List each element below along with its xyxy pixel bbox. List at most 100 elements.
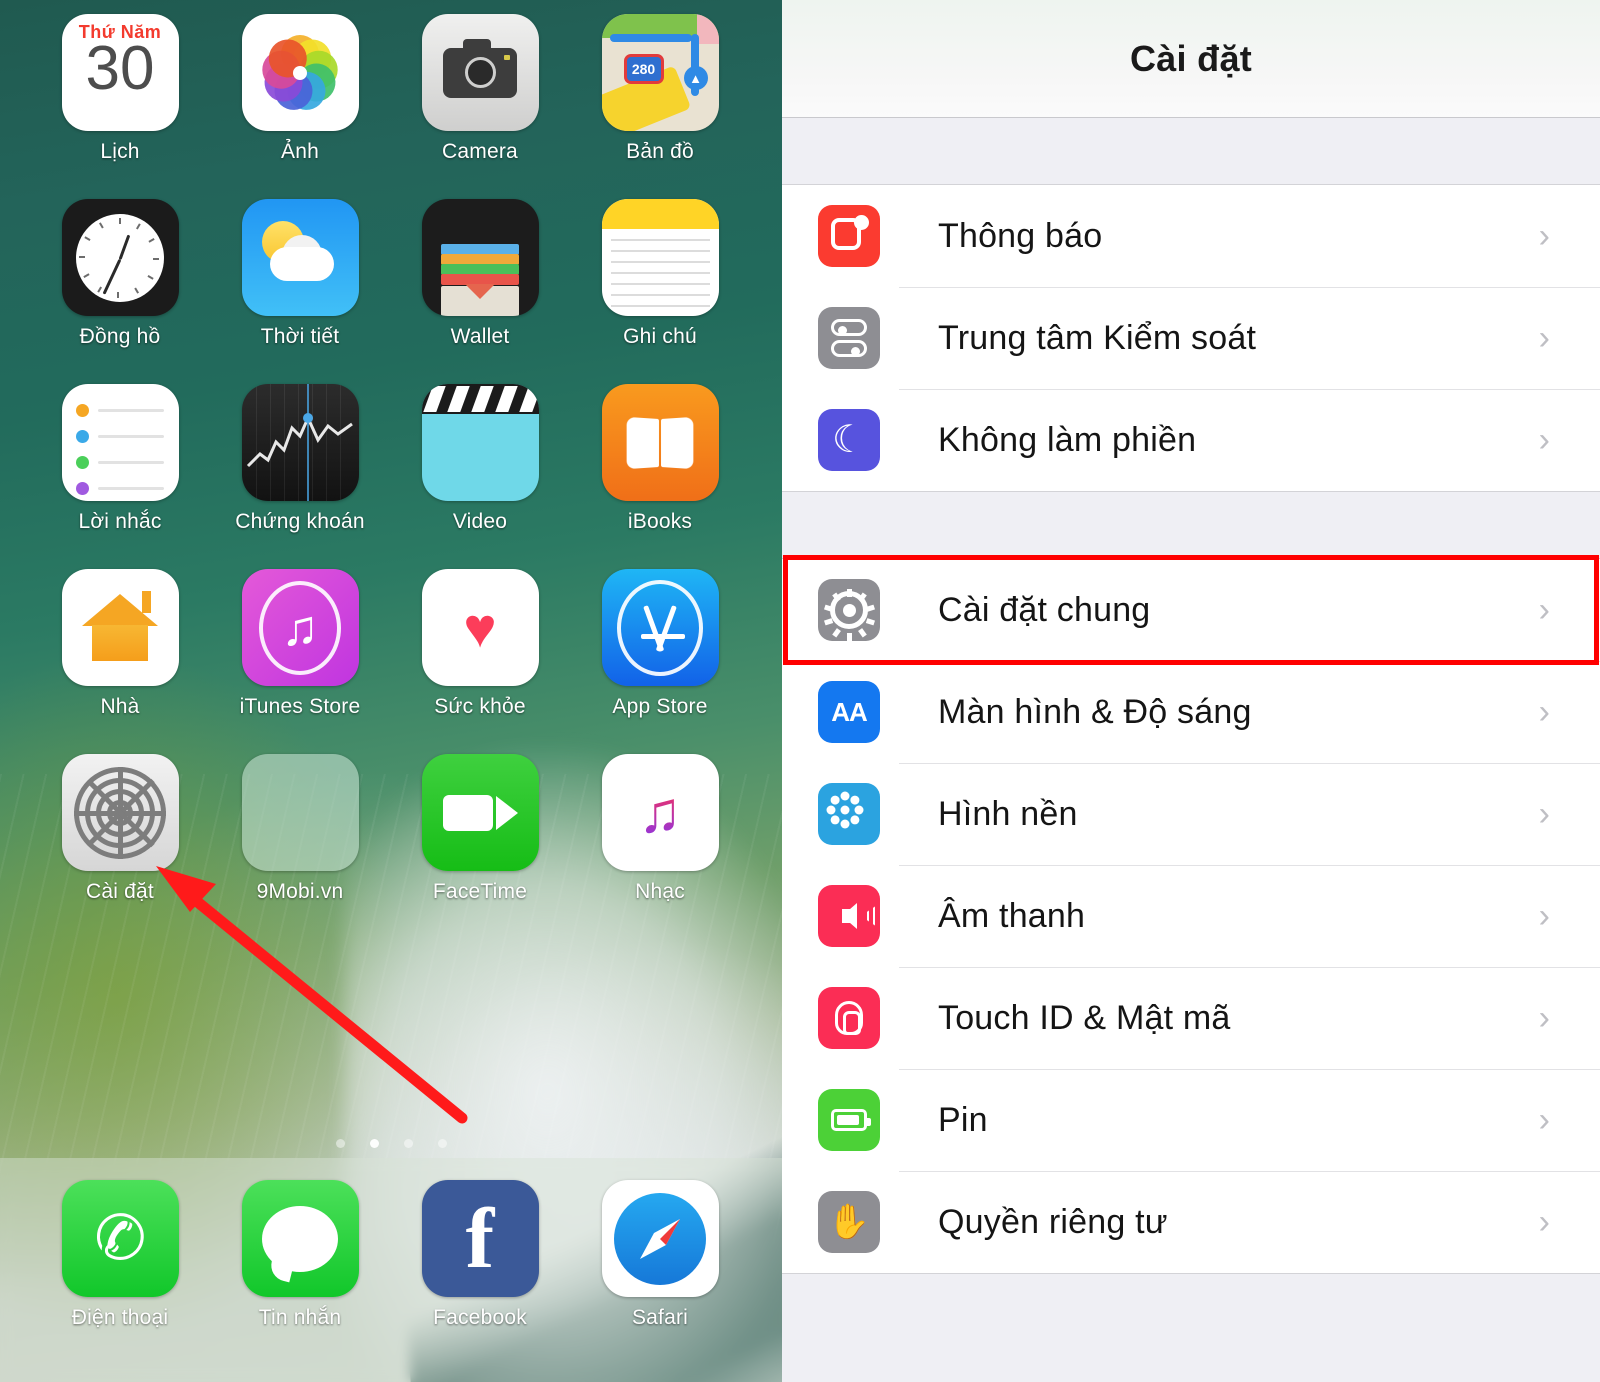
settings-row-man-hinh-do-sang[interactable]: AA Màn hình & Độ sáng › <box>782 661 1600 763</box>
settings-row-pin[interactable]: Pin › <box>782 1069 1600 1171</box>
app-icon-app-store[interactable]: App Store <box>570 569 750 754</box>
app-label: Safari <box>631 1306 689 1329</box>
settings-row-quyen-rieng-tu[interactable]: ✋ Quyền riêng tư › <box>782 1171 1600 1273</box>
chevron-right-icon: › <box>1538 693 1550 731</box>
chevron-right-icon: › <box>1538 319 1550 357</box>
control-center-icon <box>818 307 880 369</box>
app-label: iTunes Store <box>239 695 361 718</box>
app-icon-nhac[interactable]: ♫ Nhạc <box>570 754 750 939</box>
app-label: Sức khỏe <box>434 695 526 718</box>
dock-icon-facebook[interactable]: f Facebook <box>390 1180 570 1382</box>
dock-icon-dien-thoai[interactable]: ✆ Điện thoại <box>30 1180 210 1382</box>
settings-row-touch-id[interactable]: Touch ID & Mật mã › <box>782 967 1600 1069</box>
app-icon-cai-dat[interactable]: Cài đặt <box>30 754 210 939</box>
settings-row-label: Touch ID & Mật mã <box>938 998 1231 1037</box>
app-label: iBooks <box>627 510 693 533</box>
sounds-icon <box>818 885 880 947</box>
chevron-right-icon: › <box>1538 795 1550 833</box>
app-icon-ibooks[interactable]: iBooks <box>570 384 750 569</box>
app-label: Thời tiết <box>260 325 340 348</box>
app-label: Ghi chú <box>623 325 697 348</box>
app-icon-chung-khoan[interactable]: Chứng khoán <box>210 384 390 569</box>
app-icon-video[interactable]: Video <box>390 384 570 569</box>
app-label: Video <box>452 510 508 533</box>
app-icon-anh[interactable]: Ảnh <box>210 14 390 199</box>
app-icon-facetime[interactable]: FaceTime <box>390 754 570 939</box>
settings-row-cai-dat-chung[interactable]: Cài đặt chung › <box>782 559 1600 661</box>
facetime-icon <box>421 754 539 871</box>
photos-icon <box>241 14 359 131</box>
do-not-disturb-icon: ☾ <box>818 409 880 471</box>
settings-row-thong-bao[interactable]: Thông báo › <box>782 185 1600 287</box>
display-brightness-icon: AA <box>818 681 880 743</box>
dock-icon-safari[interactable]: Safari <box>570 1180 750 1382</box>
settings-row-hinh-nen[interactable]: Hình nền › <box>782 763 1600 865</box>
app-store-icon <box>601 569 719 686</box>
health-icon: ♥ <box>421 569 539 686</box>
settings-row-am-thanh[interactable]: Âm thanh › <box>782 865 1600 967</box>
settings-row-label: Hình nền <box>938 794 1078 833</box>
app-icon-ghi-chu[interactable]: Ghi chú <box>570 199 750 384</box>
settings-row-khong-lam-phien[interactable]: ☾ Không làm phiền › <box>782 389 1600 491</box>
clock-icon <box>61 199 179 316</box>
reminders-icon <box>61 384 179 501</box>
group-gap-top <box>782 118 1600 184</box>
app-icon-lich[interactable]: Thứ Năm 30 Lịch <box>30 14 210 199</box>
settings-row-trung-tam-kiem-soat[interactable]: Trung tâm Kiểm soát › <box>782 287 1600 389</box>
app-label: Cài đặt <box>86 880 154 903</box>
chevron-right-icon: › <box>1538 217 1550 255</box>
facebook-icon: f <box>421 1180 539 1297</box>
dock: ✆ Điện thoại Tin nhắn f Facebook Safari <box>0 1158 782 1382</box>
group-gap-middle <box>782 492 1600 558</box>
app-label: Wallet <box>450 325 510 348</box>
settings-row-label: Thông báo <box>938 216 1103 255</box>
stocks-icon <box>241 384 359 501</box>
app-label: FaceTime <box>432 880 528 903</box>
wallpaper-icon <box>818 783 880 845</box>
phone-icon: ✆ <box>61 1180 179 1297</box>
app-row: Nhà ♫ iTunes Store ♥ Sức khỏe App Store <box>30 569 752 754</box>
app-icon-thoi-tiet[interactable]: Thời tiết <box>210 199 390 384</box>
home-app-icon <box>61 569 179 686</box>
app-label: Bản đồ <box>626 140 694 163</box>
wallet-icon <box>421 199 539 316</box>
app-label: Ảnh <box>281 140 319 163</box>
general-gear-icon <box>818 579 880 641</box>
settings-row-label: Trung tâm Kiểm soát <box>938 318 1257 357</box>
touch-id-icon <box>818 987 880 1049</box>
app-icon-nha[interactable]: Nhà <box>30 569 210 754</box>
app-icon-ban-do[interactable]: 280 ▲ Bản đồ <box>570 14 750 199</box>
settings-group-2: Cài đặt chung › AA Màn hình & Độ sáng › … <box>782 558 1600 1274</box>
camera-icon <box>421 14 539 131</box>
app-label: Đồng hồ <box>79 325 161 348</box>
calendar-day: 30 <box>85 34 155 103</box>
chevron-right-icon: › <box>1538 421 1550 459</box>
music-icon: ♫ <box>601 754 719 871</box>
chevron-right-icon: › <box>1538 999 1550 1037</box>
app-label: App Store <box>612 695 708 718</box>
app-icon-loi-nhac[interactable]: Lời nhắc <box>30 384 210 569</box>
app-icon-itunes-store[interactable]: ♫ iTunes Store <box>210 569 390 754</box>
battery-icon <box>818 1089 880 1151</box>
app-icon-dong-ho[interactable]: Đồng hồ <box>30 199 210 384</box>
settings-navbar: Cài đặt <box>782 0 1600 118</box>
notes-icon <box>601 199 719 316</box>
page-indicator[interactable] <box>0 1139 782 1148</box>
app-label: Lời nhắc <box>78 510 162 533</box>
app-label: Điện thoại <box>71 1306 169 1329</box>
page-title: Cài đặt <box>1129 37 1253 79</box>
app-icon-camera[interactable]: Camera <box>390 14 570 199</box>
app-label: Camera <box>442 140 518 163</box>
messages-icon <box>241 1180 359 1297</box>
dock-icon-tin-nhan[interactable]: Tin nhắn <box>210 1180 390 1382</box>
settings-row-label: Màn hình & Độ sáng <box>938 692 1252 731</box>
maps-icon: 280 ▲ <box>601 14 719 131</box>
app-row: Đồng hồ Thời tiết Wallet Ghi chú <box>30 199 752 384</box>
app-icon-wallet[interactable]: Wallet <box>390 199 570 384</box>
settings-row-label: Cài đặt chung <box>938 590 1151 629</box>
chevron-right-icon: › <box>1538 591 1550 629</box>
app-icon-9mobi[interactable]: 9Mobi.vn <box>210 754 390 939</box>
settings-row-label: Quyền riêng tư <box>938 1202 1168 1241</box>
app-label: Lịch <box>100 140 140 163</box>
app-icon-suc-khoe[interactable]: ♥ Sức khỏe <box>390 569 570 754</box>
